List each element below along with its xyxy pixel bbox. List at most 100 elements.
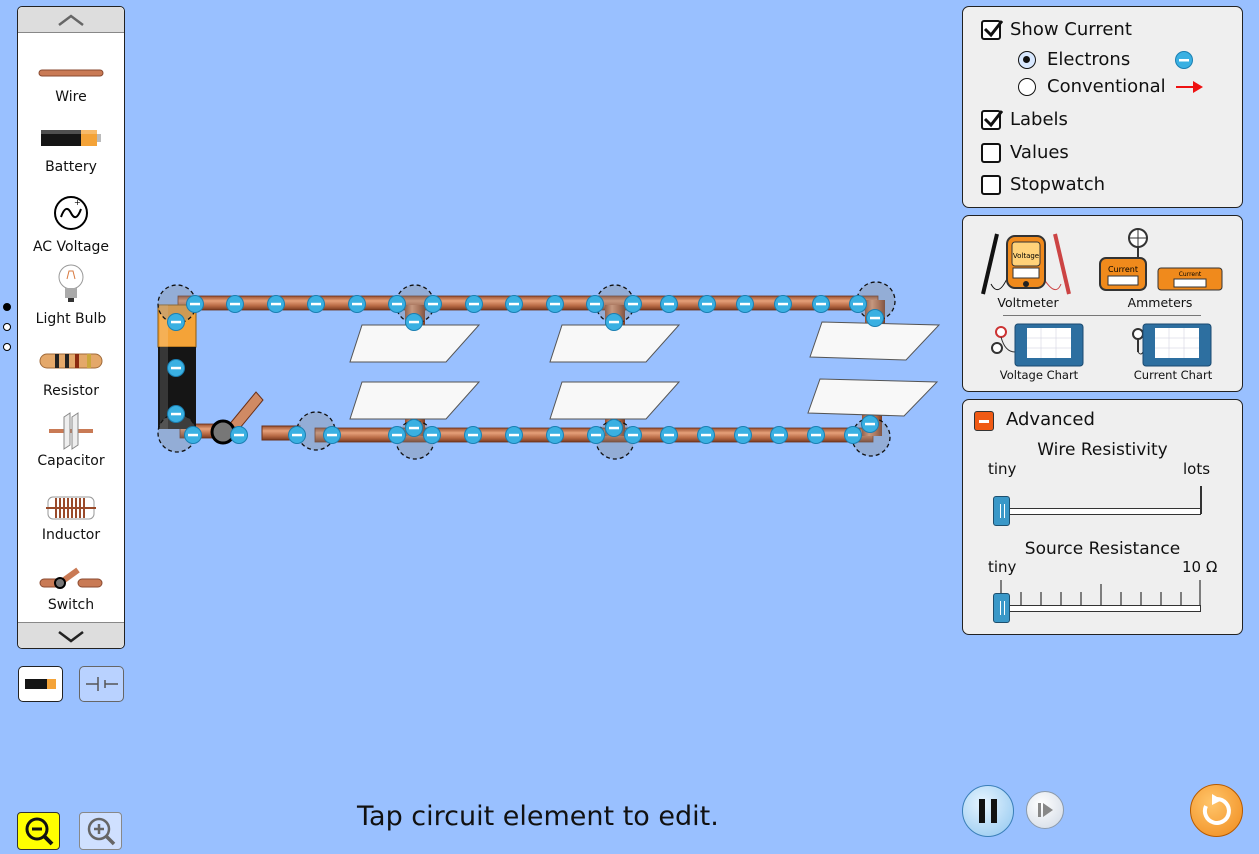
ammeters-icon[interactable]: Current Current — [1096, 224, 1224, 294]
electron-minus — [550, 302, 560, 306]
show-current-checkbox[interactable]: Show Current — [981, 19, 1132, 40]
advanced-panel: Advanced Wire Resistivity tiny lots Sour… — [962, 399, 1243, 635]
electron-minus — [550, 433, 560, 437]
electron-minus — [468, 433, 478, 437]
electron-minus — [609, 426, 619, 430]
electron-minus — [740, 302, 750, 306]
sensor-toolbox-panel: Voltage Voltmeter Current Current Ammete… — [962, 215, 1243, 392]
inductor-icon — [46, 496, 96, 520]
electron-minus — [853, 302, 863, 306]
current-chart-icon[interactable] — [1129, 322, 1215, 368]
voltmeter-probe-text: Voltage — [1013, 252, 1039, 260]
electron-minus — [778, 302, 788, 306]
carousel-item-label: Wire — [55, 89, 87, 105]
stopwatch-checkbox[interactable]: Stopwatch — [981, 174, 1105, 195]
electron-minus — [352, 302, 362, 306]
electron-minus — [409, 426, 419, 430]
electron-minus — [816, 302, 826, 306]
schematic-view-button[interactable] — [79, 666, 124, 702]
labels-checkbox[interactable]: Labels — [981, 109, 1068, 130]
electron-minus — [171, 320, 181, 324]
checkbox-icon — [981, 174, 1001, 195]
carousel-item-resistor[interactable]: Resistor — [18, 351, 124, 399]
zoom-in-button[interactable] — [79, 812, 122, 850]
carousel-page-dot-3[interactable] — [3, 343, 11, 351]
carousel-item-label: Inductor — [41, 527, 101, 543]
electron-minus — [590, 302, 600, 306]
electron-minus — [271, 302, 281, 306]
electron-minus — [628, 433, 638, 437]
wire-resistivity-title: Wire Resistivity — [1037, 440, 1168, 460]
carousel-page-dot-2[interactable] — [3, 323, 11, 331]
electron-minus — [327, 433, 337, 437]
source-resistance-thumb[interactable] — [993, 593, 1010, 623]
schematic-icon — [85, 677, 118, 691]
reset-all-button[interactable] — [1190, 784, 1243, 837]
checkbox-icon — [981, 109, 1003, 130]
carousel-down-button[interactable] — [18, 622, 124, 648]
electrons-radio[interactable]: Electrons — [1018, 49, 1130, 70]
source-resistance-min-label: tiny — [988, 558, 1017, 576]
electron-minus — [427, 433, 437, 437]
voltage-chart-icon[interactable] — [991, 322, 1087, 368]
carousel-up-button[interactable] — [18, 7, 124, 33]
carousel-item-battery[interactable]: Battery — [18, 127, 124, 175]
source-resistance-title: Source Resistance — [1024, 539, 1181, 559]
electron-minus — [171, 412, 181, 416]
carousel-item-ac-voltage[interactable]: + AC Voltage — [18, 195, 124, 255]
values-label: Values — [1010, 142, 1069, 163]
electron-minus — [230, 302, 240, 306]
conventional-label: Conventional — [1047, 76, 1166, 97]
source-resistance-track[interactable] — [1001, 605, 1201, 612]
carousel-item-switch[interactable]: Switch — [18, 567, 124, 613]
pause-icon — [979, 799, 997, 823]
carousel-item-wire[interactable]: Wire — [18, 67, 124, 105]
carousel-item-label: Battery — [45, 159, 97, 175]
conventional-radio[interactable]: Conventional — [1018, 76, 1166, 97]
values-checkbox[interactable]: Values — [981, 142, 1069, 163]
carousel-item-inductor[interactable]: Inductor — [18, 493, 124, 543]
electrons-label: Electrons — [1047, 49, 1131, 70]
carousel-item-capacitor[interactable]: Capacitor — [18, 411, 124, 469]
carousel-item-label: Capacitor — [37, 453, 105, 469]
svg-text:+: + — [74, 198, 81, 207]
show-current-label: Show Current — [1010, 19, 1132, 40]
checkbox-icon — [981, 19, 1003, 40]
switch[interactable] — [210, 391, 301, 445]
electron-minus — [774, 433, 784, 437]
current-chart-label: Current Chart — [1133, 368, 1213, 382]
voltmeter-label: Voltmeter — [997, 295, 1059, 310]
electron-minus — [509, 433, 519, 437]
ac-voltage-icon: + — [54, 196, 88, 230]
circuit-canvas[interactable] — [140, 270, 950, 480]
voltmeter-icon[interactable]: Voltage — [979, 224, 1075, 300]
lifelike-view-button[interactable] — [18, 666, 63, 702]
carousel-page-dot-1[interactable] — [3, 303, 11, 311]
collapse-advanced-button[interactable] — [974, 411, 994, 431]
electron-minus — [628, 302, 638, 306]
light-bulb-icon — [58, 264, 84, 302]
switch-icon — [39, 567, 103, 589]
source-resistance-max-label: 10 Ω — [1182, 558, 1218, 576]
resistor-icon — [39, 353, 103, 369]
step-forward-button[interactable] — [1026, 791, 1064, 829]
pause-button[interactable] — [962, 785, 1014, 837]
carousel-item-label: AC Voltage — [32, 239, 110, 255]
advanced-title: Advanced — [1006, 409, 1095, 430]
wire-resistivity-thumb[interactable] — [993, 496, 1010, 526]
wire-resistivity-track[interactable] — [1001, 508, 1201, 515]
electron-minus — [738, 433, 748, 437]
electron-minus — [171, 366, 181, 370]
chevron-up-icon — [58, 13, 84, 26]
zoom-out-button[interactable] — [17, 812, 60, 850]
checkbox-icon — [981, 142, 1001, 163]
carousel-item-light-bulb[interactable]: Light Bulb — [18, 263, 124, 327]
electron-minus — [292, 433, 302, 437]
electron-minus — [664, 433, 674, 437]
capacitor-icon — [49, 412, 93, 450]
electron-minus — [870, 316, 880, 320]
electron-minus — [311, 302, 321, 306]
wire-icon — [38, 69, 104, 77]
ammeter-probe-text: Current — [1108, 265, 1138, 274]
chevron-down-icon — [58, 630, 84, 643]
